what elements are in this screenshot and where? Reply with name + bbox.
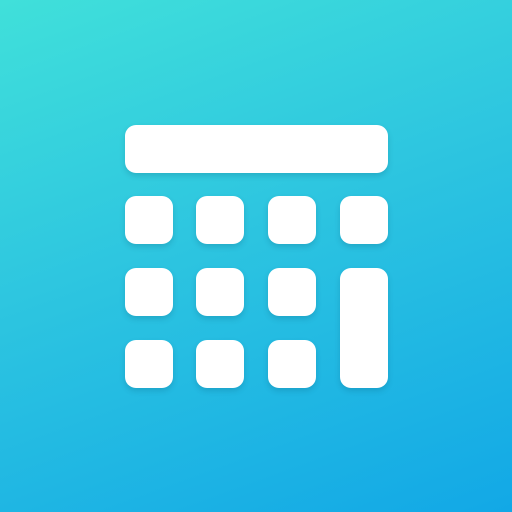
calculator-key: [268, 196, 316, 244]
calculator-key: [268, 268, 316, 316]
calculator-key: [125, 340, 173, 388]
calculator-display: [125, 125, 388, 173]
calculator-app-icon[interactable]: [0, 0, 512, 512]
calculator-key: [196, 196, 244, 244]
calculator-tall-key: [340, 268, 388, 388]
calculator-key: [340, 196, 388, 244]
calculator-key: [196, 268, 244, 316]
calculator-key: [268, 340, 316, 388]
calculator-key: [125, 268, 173, 316]
calculator-key: [125, 196, 173, 244]
calculator-key: [196, 340, 244, 388]
calculator-icon: [0, 0, 512, 512]
